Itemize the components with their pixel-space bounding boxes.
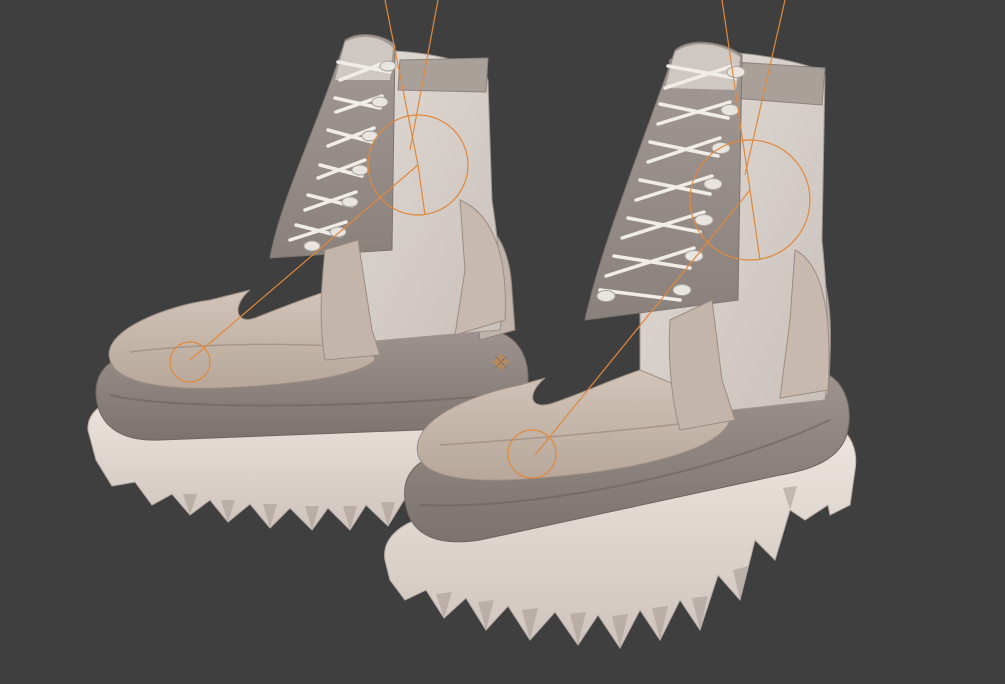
collar-right (731, 61, 826, 106)
3d-viewport[interactable] (0, 0, 1005, 684)
scene-canvas[interactable] (0, 0, 1005, 684)
collar-left (397, 57, 489, 93)
